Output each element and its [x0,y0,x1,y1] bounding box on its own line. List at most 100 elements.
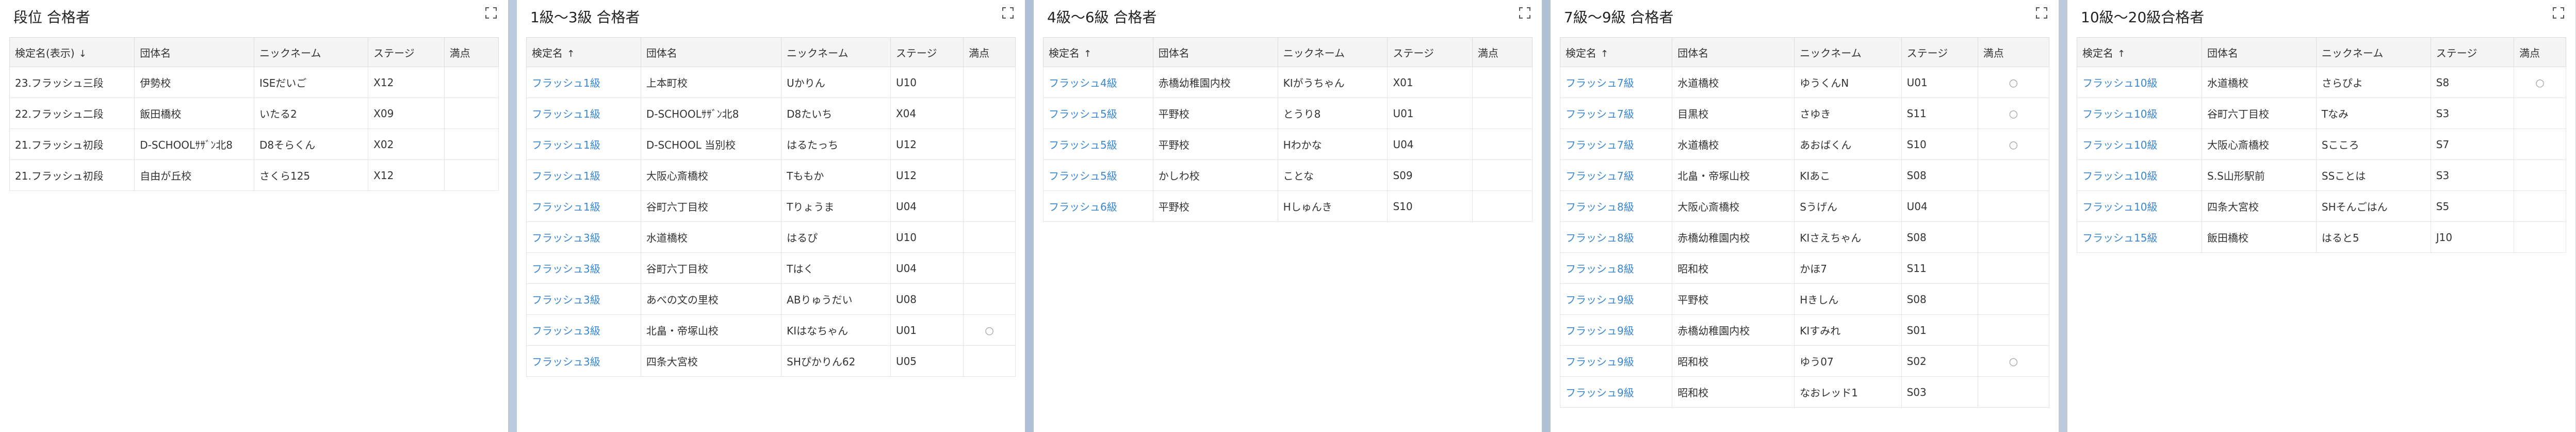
perfect-score-cell [963,252,1016,284]
column-header[interactable]: 団体名 [1152,37,1278,67]
column-header[interactable]: 団体名 [2202,37,2317,67]
grade-cell: フラッシュ1級 [526,190,641,222]
grade-cell: フラッシュ3級 [526,252,641,284]
grade-link[interactable]: フラッシュ1級 [532,201,600,213]
grade-link[interactable]: フラッシュ10級 [2082,139,2157,151]
grade-link[interactable]: フラッシュ7級 [1566,139,1634,151]
grade-link[interactable]: フラッシュ1級 [532,108,600,120]
table-row: フラッシュ7級 水道橋校 ゆうくんN U01 ○ [1559,67,2050,98]
column-header[interactable]: 団体名 [1672,37,1795,67]
grade-link[interactable]: フラッシュ3級 [532,325,600,337]
nickname-cell: KIはなちゃん [781,314,891,346]
grade-link[interactable]: フラッシュ3級 [532,232,600,244]
column-header[interactable]: 団体名 [134,37,254,67]
school-cell: かしわ校 [1152,159,1278,191]
table-row: フラッシュ8級 昭和校 かほ7 S11 [1559,252,2050,284]
nickname-cell: はると5 [2316,221,2431,253]
grade-link[interactable]: フラッシュ10級 [2082,108,2157,120]
grade-link[interactable]: フラッシュ9級 [1566,356,1634,368]
grade-link[interactable]: フラッシュ6級 [1049,201,1117,213]
table-header-row: 検定名 ↑ 団体名 ニックネーム ステージ 満点 [1559,37,2050,67]
nickname-cell: Hしゅんき [1277,190,1388,222]
table-row: フラッシュ7級 北畠・帝塚山校 KIあこ S08 [1559,159,2050,191]
nickname-cell: さらぴよ [2316,67,2431,98]
school-cell: D-SCHOOLｻｻﾞﾝ北8 [640,98,782,129]
column-header[interactable]: 検定名 ↑ [1043,37,1153,67]
grade-link[interactable]: フラッシュ1級 [532,139,600,151]
column-header-label: ニックネーム [1800,46,1862,59]
expand-icon[interactable] [2552,6,2565,20]
grade-link[interactable]: フラッシュ5級 [1049,139,1117,151]
grade-cell: フラッシュ3級 [526,221,641,253]
grade-link[interactable]: フラッシュ8級 [1566,232,1634,244]
column-header-label: 団体名 [646,46,677,59]
expand-icon[interactable] [2035,6,2048,20]
grade-cell: フラッシュ7級 [1559,129,1673,160]
grade-link[interactable]: フラッシュ10級 [2082,77,2157,89]
grade-link[interactable]: フラッシュ10級 [2082,170,2157,182]
perfect-score-cell: ○ [1977,129,2050,160]
grade-cell: フラッシュ10級 [2076,190,2203,222]
column-header[interactable]: ニックネーム [1794,37,1902,67]
column-header[interactable]: ニックネーム [253,37,369,67]
perfect-score-cell [2514,98,2566,129]
column-header[interactable]: 満点 [444,37,499,67]
column-header[interactable]: 満点 [963,37,1016,67]
grade-link[interactable]: フラッシュ3級 [532,356,600,368]
column-header[interactable]: 検定名(表示) ↓ [9,37,135,67]
grade-link[interactable]: フラッシュ4級 [1049,77,1117,89]
grade-link[interactable]: フラッシュ7級 [1566,108,1634,120]
school-cell: あべの文の里校 [640,283,782,315]
column-header[interactable]: 満点 [1977,37,2050,67]
column-header[interactable]: ステージ [1901,37,1978,67]
expand-icon[interactable] [1001,6,1015,20]
table-row: フラッシュ10級 大阪心斎橋校 Sこころ S7 [2076,129,2566,160]
sort-arrow-icon: ↓ [78,48,87,59]
nickname-cell: ABりゅうだい [781,283,891,315]
perfect-score-cell [1472,98,1533,129]
column-header[interactable]: 団体名 [640,37,782,67]
panel-0: 段位 合格者 検定名(表示) ↓ 団体名 ニックネーム ステージ 満点 23.フラッシュ三段伊… [0,0,508,432]
school-cell: 谷町六丁目校 [640,252,782,284]
grade-link[interactable]: フラッシュ8級 [1566,201,1634,213]
grade-link[interactable]: フラッシュ1級 [532,77,600,89]
grade-cell: フラッシュ1級 [526,129,641,160]
grade-cell: フラッシュ9級 [1559,283,1673,315]
column-header[interactable]: ステージ [2430,37,2515,67]
grade-link[interactable]: フラッシュ3級 [532,263,600,275]
grade-cell: フラッシュ1級 [526,98,641,129]
grade-link[interactable]: フラッシュ9級 [1566,294,1634,306]
column-header[interactable]: ニックネーム [781,37,891,67]
grade-link[interactable]: フラッシュ3級 [532,294,600,306]
grade-link[interactable]: フラッシュ1級 [532,170,600,182]
column-header[interactable]: 検定名 ↑ [2076,37,2203,67]
stage-cell: U08 [890,283,964,315]
column-header[interactable]: 満点 [1472,37,1533,67]
column-header[interactable]: 検定名 ↑ [1559,37,1673,67]
nickname-cell: Tはく [781,252,891,284]
grade-link[interactable]: フラッシュ10級 [2082,201,2157,213]
grade-link[interactable]: フラッシュ7級 [1566,77,1634,89]
school-cell: 昭和校 [1672,252,1795,284]
grade-cell: フラッシュ10級 [2076,129,2203,160]
column-header[interactable]: ステージ [890,37,964,67]
nickname-cell: KIあこ [1794,159,1902,191]
nickname-cell: いたる2 [253,98,369,129]
expand-icon[interactable] [484,6,498,20]
grade-link[interactable]: フラッシュ9級 [1566,387,1634,399]
expand-icon[interactable] [1518,6,1531,20]
column-header[interactable]: ステージ [368,37,445,67]
column-header[interactable]: ニックネーム [2316,37,2431,67]
grade-link[interactable]: フラッシュ7級 [1566,170,1634,182]
column-header[interactable]: 検定名 ↑ [526,37,641,67]
column-header[interactable]: ニックネーム [1277,37,1388,67]
column-header[interactable]: 満点 [2514,37,2566,67]
nickname-cell: あおばくん [1794,129,1902,160]
grade-link[interactable]: フラッシュ8級 [1566,263,1634,275]
grade-link[interactable]: フラッシュ5級 [1049,170,1117,182]
panel-header: 7級～9級 合格者 [1560,0,2049,37]
grade-link[interactable]: フラッシュ9級 [1566,325,1634,337]
column-header[interactable]: ステージ [1387,37,1473,67]
grade-link[interactable]: フラッシュ15級 [2082,232,2157,244]
grade-link[interactable]: フラッシュ5級 [1049,108,1117,120]
